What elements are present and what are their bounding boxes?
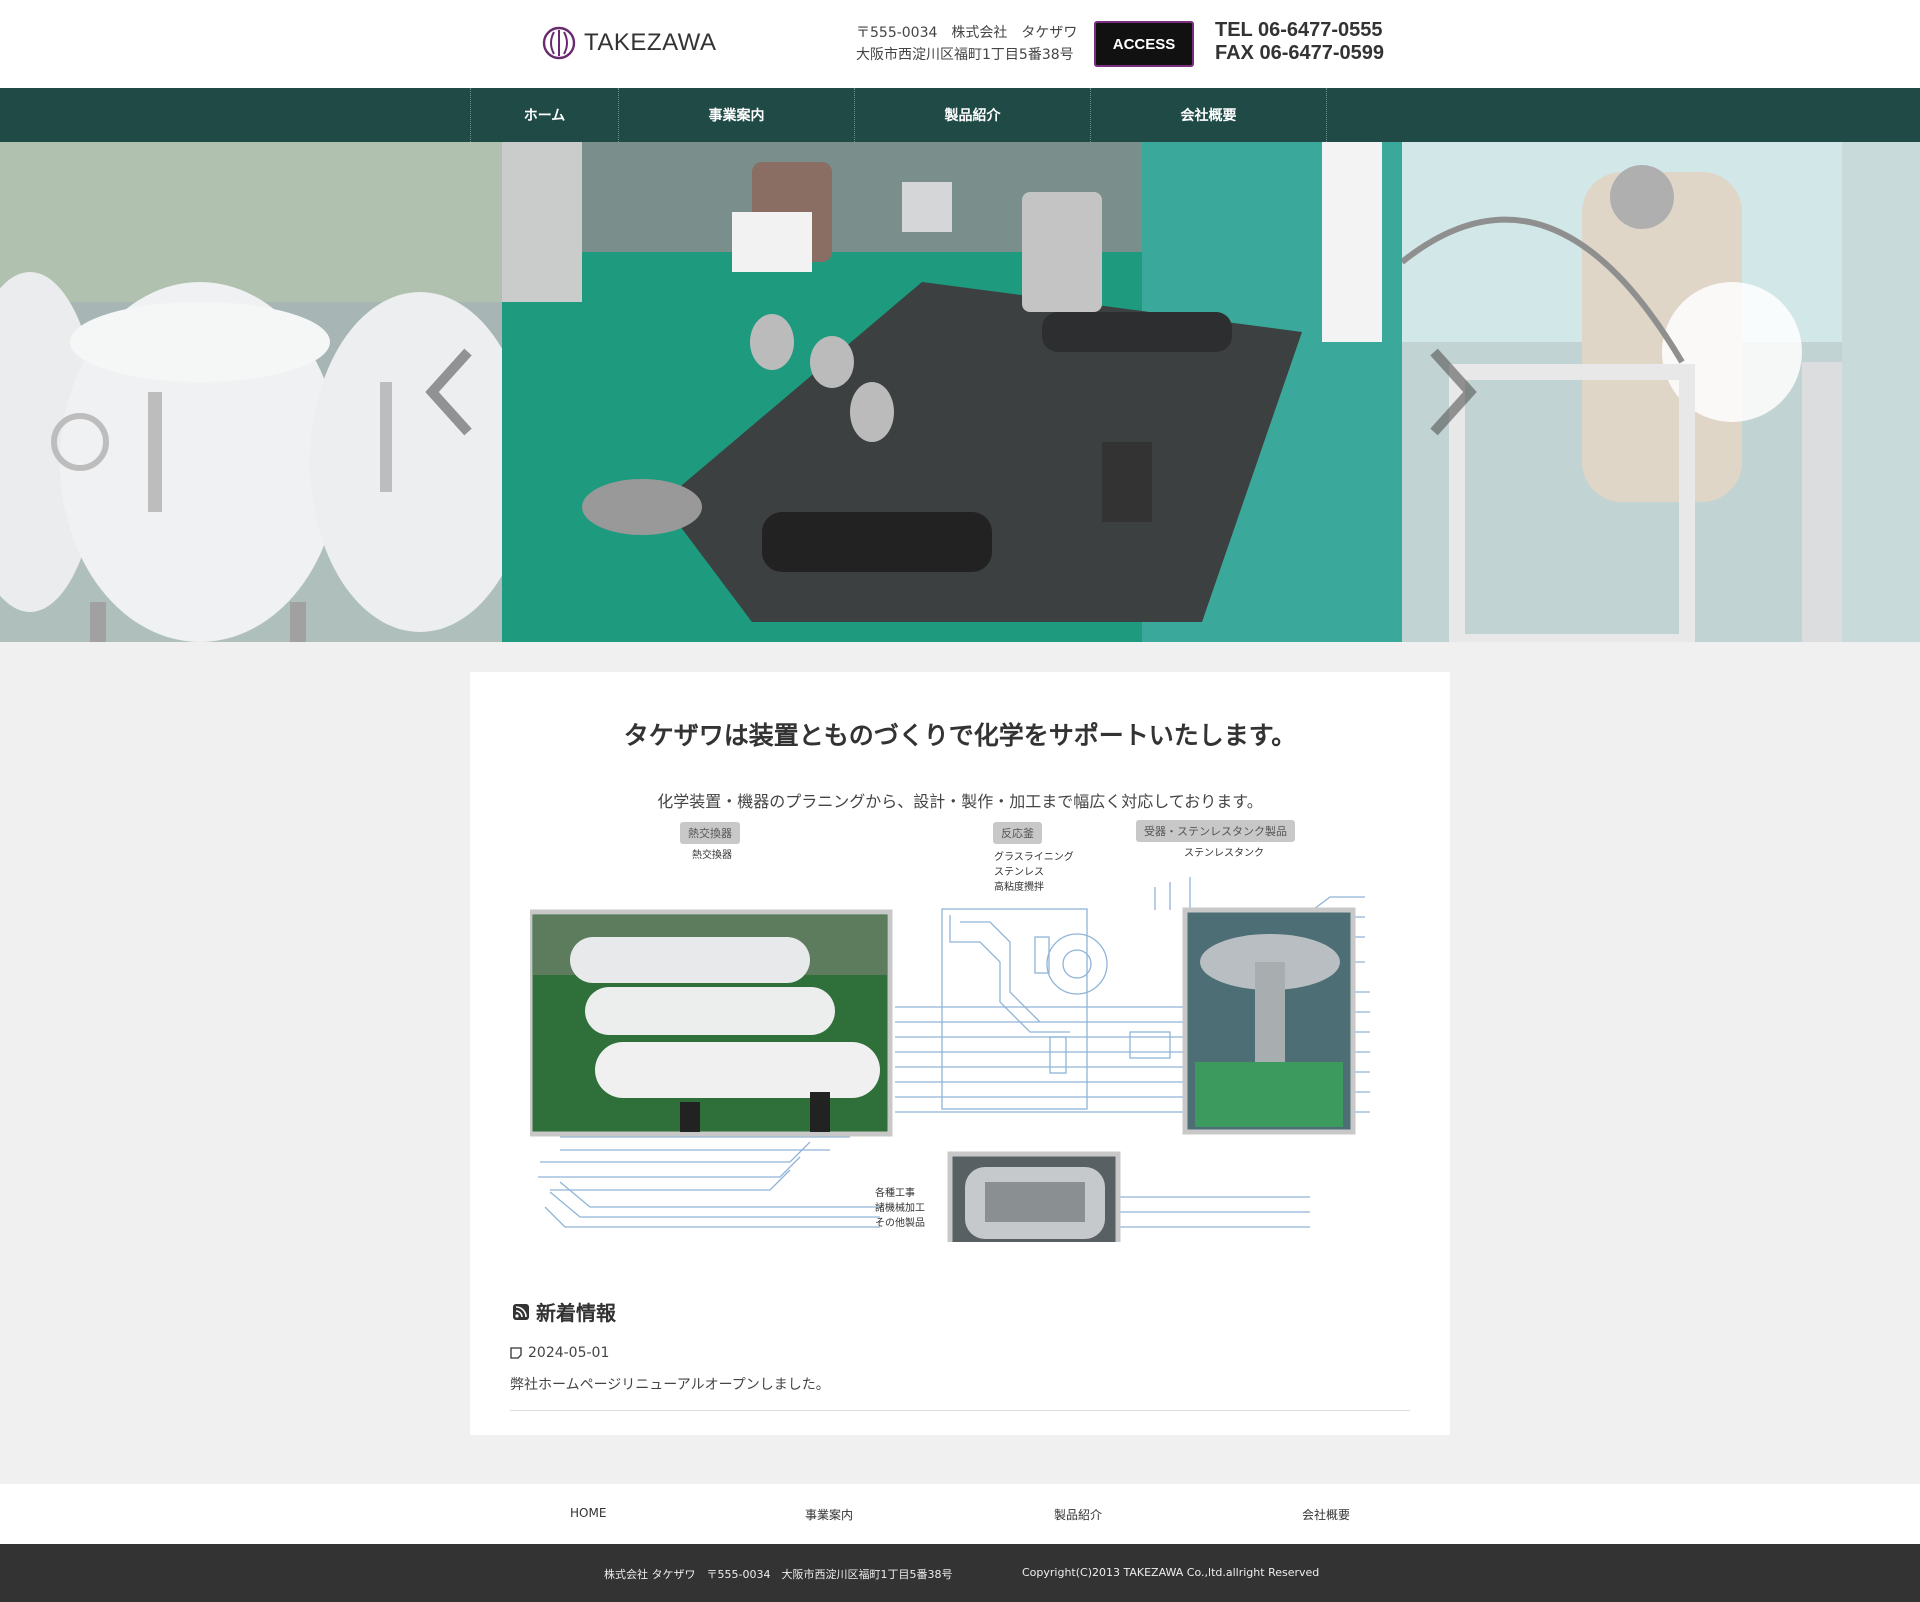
header-address: 〒555-0034 株式会社 タケザワ 大阪市西淀川区福町1丁目5番38号 xyxy=(856,22,1077,66)
note-icon xyxy=(510,1347,522,1359)
reactor-sub-stainless: ステンレス xyxy=(994,867,1044,878)
slider-prev-arrow-icon[interactable] xyxy=(420,342,480,442)
nav-list: ホーム 事業案内 製品紹介 会社概要 xyxy=(470,88,1327,142)
copyright-bar: 株式会社 タケザワ 〒555-0034 大阪市西淀川区福町1丁目5番38号 Co… xyxy=(0,1544,1920,1602)
nav-item-business[interactable]: 事業案内 xyxy=(619,88,855,142)
other-sub-construction: 各種工事 xyxy=(875,1188,915,1199)
slider-next-arrow-icon[interactable] xyxy=(1422,342,1482,442)
hero-slider xyxy=(0,142,1920,642)
tag-stainless-tank-sub: ステンレスタンク xyxy=(1184,848,1264,859)
tag-heat-exchanger[interactable]: 熱交換器 xyxy=(680,822,740,844)
footer-link-business[interactable]: 事業案内 xyxy=(805,1506,853,1523)
address-line-1: 〒555-0034 株式会社 タケザワ xyxy=(856,25,1078,41)
logo[interactable]: TAKEZAWA xyxy=(542,26,716,60)
nav-item-products[interactable]: 製品紹介 xyxy=(855,88,1091,142)
footer-link-products[interactable]: 製品紹介 xyxy=(1054,1506,1102,1523)
footer-company-address: 株式会社 タケザワ 〒555-0034 大阪市西淀川区福町1丁目5番38号 xyxy=(604,1568,953,1581)
product-diagram: 熱交換器 熱交換器 反応釜 グラスライニング ステンレス 高粘度攪拌 受器・ステ… xyxy=(530,820,1390,1242)
news-title: 新着情報 xyxy=(536,1301,616,1325)
nav-item-company[interactable]: 会社概要 xyxy=(1091,88,1327,142)
logo-text: TAKEZAWA xyxy=(584,29,717,56)
footer-nav: HOME 事業案内 製品紹介 会社概要 xyxy=(0,1484,1920,1544)
page-headline: タケザワは装置とものづくりで化学をサポートいたします。 xyxy=(623,721,1297,750)
access-button[interactable]: ACCESS xyxy=(1094,21,1194,67)
tel-number: TEL 06-6477-0555 xyxy=(1215,19,1383,41)
global-nav: ホーム 事業案内 製品紹介 会社概要 xyxy=(0,88,1920,142)
page-subline: 化学装置・機器のプラニングから、設計・製作・加工まで幅広く対応しております。 xyxy=(657,792,1263,811)
news-heading: 新着情報 xyxy=(512,1297,616,1326)
other-sub-machining: 諸機械加工 xyxy=(875,1203,925,1214)
footer-link-company[interactable]: 会社概要 xyxy=(1302,1506,1350,1523)
address-line-2: 大阪市西淀川区福町1丁目5番38号 xyxy=(856,47,1074,63)
reactor-sub-glass-lining: グラスライニング xyxy=(994,852,1074,863)
news-date: 2024-05-01 xyxy=(528,1345,610,1361)
footer-copyright: Copyright(C)2013 TAKEZAWA Co.,ltd.allrig… xyxy=(1022,1566,1320,1579)
tag-reactor[interactable]: 反応釜 xyxy=(993,822,1042,844)
news-date-row: 2024-05-01 xyxy=(510,1345,609,1361)
main-content: タケザワは装置とものづくりで化学をサポートいたします。 化学装置・機器のプラニン… xyxy=(470,672,1450,1435)
news-item-link[interactable]: 弊社ホームページリニューアルオープンしました。 xyxy=(510,1374,830,1394)
fax-number: FAX 06-6477-0599 xyxy=(1215,42,1385,64)
site-header: TAKEZAWA 〒555-0034 株式会社 タケザワ 大阪市西淀川区福町1丁… xyxy=(0,0,1920,88)
nav-item-home[interactable]: ホーム xyxy=(471,88,619,142)
circuit-lines xyxy=(530,877,1370,1242)
tag-reactor-sub: グラスライニング ステンレス 高粘度攪拌 xyxy=(994,850,1074,895)
contact-numbers: TEL 06-6477-0555 FAX 06-6477-0599 xyxy=(1215,19,1384,65)
news-divider xyxy=(510,1410,1410,1411)
slide-image-workshop xyxy=(502,142,1402,642)
rss-icon xyxy=(513,1303,529,1320)
takezawa-logo-icon xyxy=(542,26,576,60)
reactor-sub-high-viscosity: 高粘度攪拌 xyxy=(994,882,1044,893)
other-sub-products: その他製品 xyxy=(875,1218,925,1229)
tag-other-sub: 各種工事 諸機械加工 その他製品 xyxy=(875,1186,925,1231)
footer-link-home[interactable]: HOME xyxy=(570,1506,606,1520)
tag-stainless-tank[interactable]: 受器・ステンレスタンク製品 xyxy=(1136,820,1295,842)
tag-heat-exchanger-sub: 熱交換器 xyxy=(692,850,732,861)
